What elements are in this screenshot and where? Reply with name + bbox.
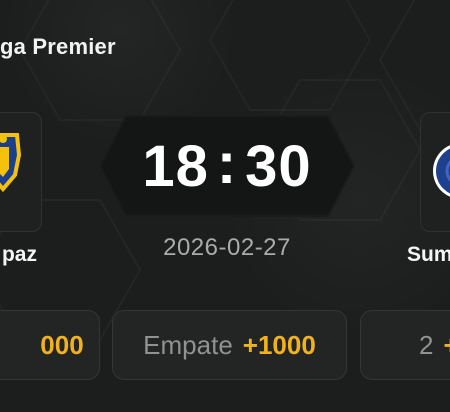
kickoff-hour: 18 bbox=[142, 133, 209, 199]
kickoff-time-badge: 18:30 bbox=[98, 114, 356, 218]
kickoff-time-separator: : bbox=[216, 130, 238, 196]
club-crest-icon bbox=[0, 133, 22, 193]
away-team-name: Sum bbox=[407, 243, 450, 266]
away-odds-label: 2 bbox=[419, 329, 434, 360]
match-card: ga Premier paz 18:30 2026-02-27 Sum 000 … bbox=[0, 0, 450, 412]
home-team-name: paz bbox=[1, 243, 37, 266]
match-date: 2026-02-27 bbox=[163, 234, 291, 261]
away-odds-value: + bbox=[443, 330, 450, 361]
away-team-logo[interactable] bbox=[420, 112, 450, 232]
draw-odds-button[interactable]: Empate +1000 bbox=[112, 310, 347, 380]
home-team-logo[interactable] bbox=[0, 112, 42, 232]
kickoff-minute: 30 bbox=[245, 133, 312, 199]
home-odds-value: 000 bbox=[40, 329, 84, 360]
draw-odds-label: Empate bbox=[143, 329, 233, 360]
kickoff-time: 18:30 bbox=[98, 114, 356, 218]
draw-odds-value: +1000 bbox=[242, 329, 316, 360]
away-odds-button[interactable]: 2 + bbox=[360, 310, 450, 380]
club-crest-icon bbox=[433, 145, 450, 197]
home-odds-button[interactable]: 000 bbox=[0, 310, 100, 380]
league-title: ga Premier bbox=[0, 34, 116, 59]
